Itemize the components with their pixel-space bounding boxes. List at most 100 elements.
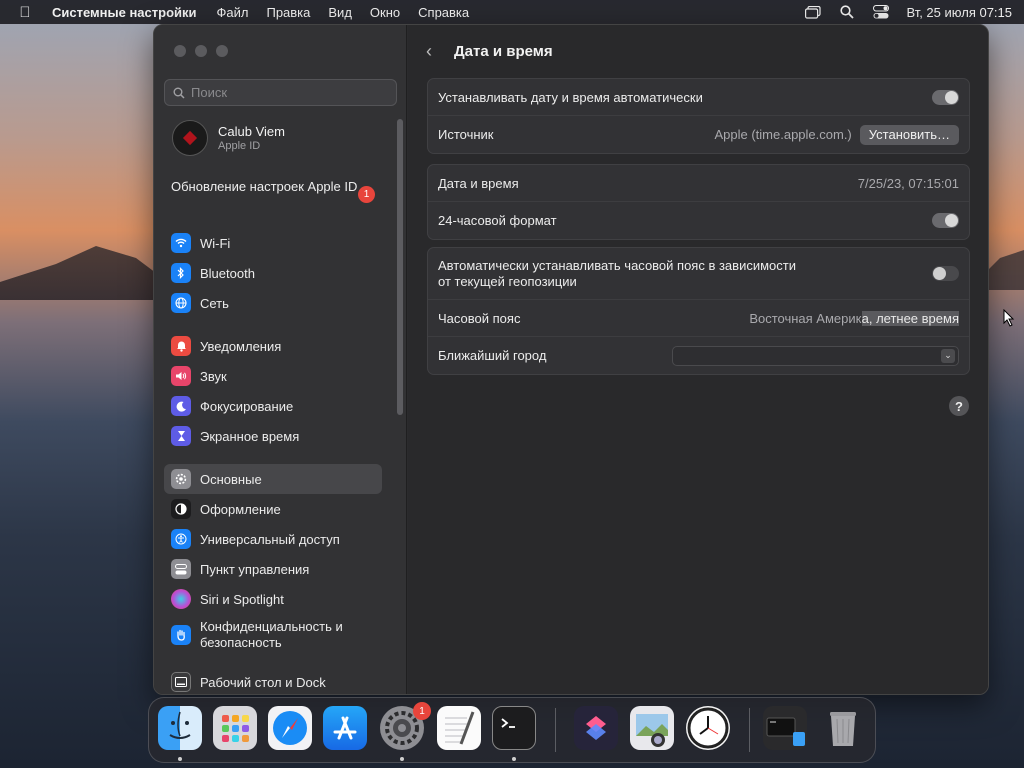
- zoom-window-button[interactable]: [216, 45, 228, 57]
- format24-label: 24-часовой формат: [438, 213, 557, 228]
- menu-window[interactable]: Окно: [370, 5, 400, 20]
- timezone-label: Часовой пояс: [438, 310, 521, 326]
- auto-datetime-label: Устанавливать дату и время автоматически: [438, 89, 703, 105]
- datetime-value[interactable]: 7/25/23, 07:15:01: [858, 176, 959, 191]
- menu-edit[interactable]: Правка: [266, 5, 310, 20]
- clock-icon[interactable]: [686, 706, 730, 750]
- back-button[interactable]: ‹: [426, 41, 442, 61]
- auto-time-group: Устанавливать дату и время автоматически…: [427, 78, 970, 154]
- sidebar-item-wifi[interactable]: Wi-Fi: [164, 228, 382, 258]
- wallpaper-island: [0, 246, 160, 300]
- trash-icon[interactable]: [821, 706, 865, 750]
- auto-timezone-label-line1: Автоматически устанавливать часовой пояс…: [438, 257, 796, 273]
- account-subtitle: Apple ID: [218, 140, 261, 152]
- menu-file[interactable]: Файл: [217, 5, 249, 20]
- appearance-icon: [171, 499, 191, 519]
- main-pane: ‹ Дата и время Устанавливать дату и врем…: [408, 25, 988, 694]
- bluetooth-icon: [171, 263, 191, 283]
- sidebar-item-label: Пункт управления: [200, 561, 310, 577]
- sidebar-item-label: Звук: [200, 368, 227, 384]
- sidebar-item-label: Фокусирование: [200, 398, 294, 414]
- safari-icon[interactable]: [268, 706, 312, 750]
- sidebar-item-focus[interactable]: Фокусирование: [164, 391, 382, 421]
- moon-icon: [171, 396, 191, 416]
- sidebar-item-label: Основные: [200, 471, 262, 487]
- sidebar-item-label: Уведомления: [200, 338, 282, 354]
- dock: 1: [148, 697, 876, 763]
- sidebar-item-screen-time[interactable]: Экранное время: [164, 421, 382, 451]
- set-source-button[interactable]: Установить…: [859, 124, 959, 145]
- sidebar-item-siri-spotlight[interactable]: Siri и Spotlight: [164, 584, 382, 614]
- close-window-button[interactable]: [174, 45, 186, 57]
- menu-clock[interactable]: Вт, 25 июля 07:15: [906, 5, 1012, 20]
- finder-icon[interactable]: [158, 706, 202, 750]
- help-button[interactable]: ?: [949, 396, 969, 416]
- sidebar-scrollbar[interactable]: [397, 119, 403, 415]
- accessibility-icon: [171, 529, 191, 549]
- search-icon: [173, 87, 185, 99]
- datetime-row: Дата и время 7/25/23, 07:15:01: [428, 165, 969, 202]
- menu-app-name[interactable]: Системные настройки: [52, 5, 197, 20]
- auto-timezone-toggle[interactable]: [932, 266, 959, 281]
- sidebar-item-network[interactable]: Сеть: [164, 288, 382, 318]
- downloads-stack-icon[interactable]: [763, 706, 807, 750]
- closest-city-row: Ближайший город ⌄: [428, 337, 969, 374]
- spotlight-search-icon[interactable]: [838, 5, 856, 19]
- sidebar-item-sound[interactable]: Звук: [164, 361, 382, 391]
- apple-id-account[interactable]: Calub Viem Apple ID: [172, 120, 285, 156]
- terminal-running-indicator: [512, 757, 516, 761]
- sidebar-item-label: Сеть: [200, 295, 229, 311]
- control-center-icon: [171, 559, 191, 579]
- dock-separator: [555, 708, 556, 752]
- sidebar-item-appearance[interactable]: Оформление: [164, 494, 382, 524]
- auto-datetime-toggle[interactable]: [932, 89, 959, 105]
- sidebar-item-control-center[interactable]: Пункт управления: [164, 554, 382, 584]
- timezone-row: Часовой пояс Восточная Америка, летнее в…: [428, 300, 969, 337]
- sidebar-group-general: Основные Оформление Универсальный доступ…: [164, 464, 382, 656]
- textedit-icon[interactable]: [437, 706, 481, 750]
- source-label: Источник: [438, 127, 494, 142]
- app-store-icon[interactable]: [323, 706, 367, 750]
- preview-icon[interactable]: [630, 706, 674, 750]
- chevron-down-icon: ⌄: [941, 348, 955, 363]
- timezone-value: Восточная Америк: [749, 310, 862, 326]
- page-title: Дата и время: [454, 42, 553, 60]
- account-name: Calub Viem: [218, 124, 285, 139]
- apple-id-update-item[interactable]: Обновление настроек Apple ID: [171, 179, 371, 195]
- system-settings-running-indicator: [400, 757, 404, 761]
- datetime-label: Дата и время: [438, 175, 519, 191]
- hourglass-icon: [171, 426, 191, 446]
- terminal-icon[interactable]: [492, 706, 536, 750]
- window-controls: [174, 45, 228, 57]
- sidebar-item-label: Рабочий стол и Dock: [200, 674, 326, 690]
- apple-menu-icon[interactable]: : [12, 4, 38, 21]
- sidebar-item-accessibility[interactable]: Универсальный доступ: [164, 524, 382, 554]
- sidebar-item-label: Wi-Fi: [200, 235, 231, 251]
- sidebar-item-general[interactable]: Основные: [164, 464, 382, 494]
- sidebar-item-bluetooth[interactable]: Bluetooth: [164, 258, 382, 288]
- search-input[interactable]: [191, 85, 391, 100]
- source-row: Источник Apple (time.apple.com.) Установ…: [428, 116, 969, 153]
- timezone-field[interactable]: Восточная Америка, летнее время: [749, 310, 959, 326]
- hand-icon: [171, 625, 191, 645]
- menu-bar:  Системные настройки Файл Правка Вид Ок…: [0, 0, 1024, 24]
- launchpad-icon[interactable]: [213, 706, 257, 750]
- avatar: [172, 120, 208, 156]
- mouse-cursor-icon: [1003, 309, 1015, 327]
- timezone-value-selected: а, летнее время: [861, 310, 959, 326]
- control-center-icon[interactable]: [872, 5, 890, 19]
- sidebar-item-label: Универсальный доступ: [200, 531, 340, 547]
- timezone-group: Автоматически устанавливать часовой пояс…: [427, 247, 970, 375]
- minimize-window-button[interactable]: [195, 45, 207, 57]
- sidebar-item-desktop-dock[interactable]: Рабочий стол и Dock: [164, 667, 382, 694]
- search-field[interactable]: [164, 79, 397, 106]
- menu-help[interactable]: Справка: [418, 5, 469, 20]
- shortcuts-icon[interactable]: [574, 706, 618, 750]
- pane-header: ‹ Дата и время: [426, 41, 553, 61]
- sidebar-item-privacy-security[interactable]: Конфиденциальность и безопасность: [164, 614, 382, 656]
- screen-mirroring-icon[interactable]: [804, 5, 822, 19]
- menu-view[interactable]: Вид: [328, 5, 352, 20]
- closest-city-select[interactable]: ⌄: [672, 345, 959, 366]
- sidebar-item-notifications[interactable]: Уведомления: [164, 331, 382, 361]
- format24-toggle[interactable]: [932, 213, 959, 228]
